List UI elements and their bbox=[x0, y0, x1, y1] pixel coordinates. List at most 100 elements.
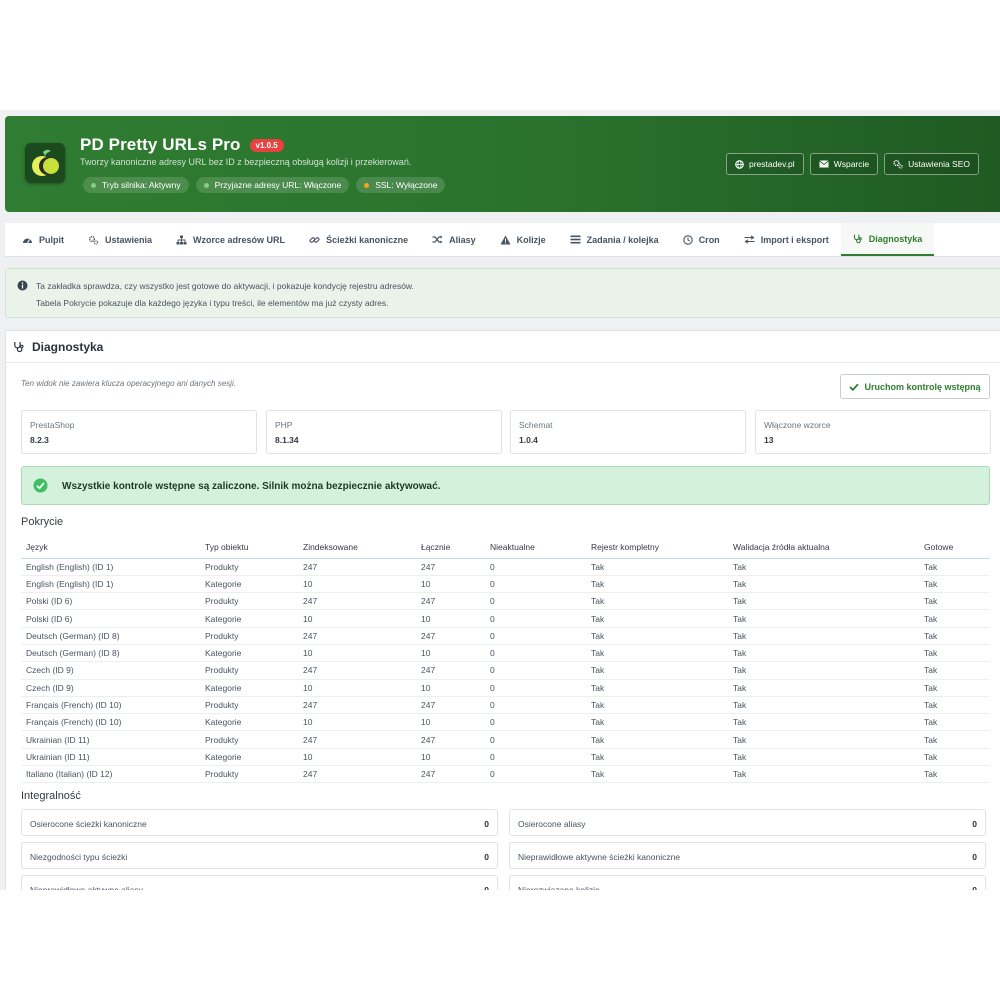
stat-value: 8.2.3 bbox=[30, 435, 49, 445]
tab-dashboard[interactable]: Pulpit bbox=[10, 223, 76, 256]
sitemap-icon bbox=[176, 235, 187, 244]
tab-bar: Pulpit Ustawienia Wzorce adresów URL Ści… bbox=[5, 223, 1000, 257]
support-button[interactable]: Wsparcie bbox=[809, 153, 879, 175]
table-cell: Czech (ID 9) bbox=[21, 661, 200, 680]
tab-label: Aliasy bbox=[449, 234, 476, 245]
table-row: Français (French) (ID 10) Produkty 247 247 0… bbox=[21, 696, 990, 715]
table-cell: Produkty bbox=[200, 592, 298, 611]
table-cell: 247 bbox=[298, 592, 416, 611]
warning-icon bbox=[500, 235, 511, 244]
table-cell: Tak bbox=[586, 713, 728, 732]
table-cell: 247 bbox=[416, 765, 485, 784]
table-row: Czech (ID 9) Produkty 247 247 0 Tak Tak Tak bbox=[21, 661, 990, 680]
integrity-card: Niezgodności typu ścieżki 0 bbox=[21, 842, 498, 869]
table-cell: 247 bbox=[416, 661, 485, 680]
module-header: PD Pretty URLs Pro v1.0.5 Tworzy kanonic… bbox=[5, 116, 1000, 212]
panel-title: Diagnostyka bbox=[32, 339, 104, 354]
tab-label: Ustawienia bbox=[105, 234, 153, 245]
table-row: Français (French) (ID 10) Kategorie 10 10 0 T… bbox=[21, 713, 990, 732]
table-cell: Polski (ID 6) bbox=[21, 592, 200, 611]
integrity-value: 0 bbox=[972, 885, 977, 890]
admin-viewport: PD Pretty URLs Pro v1.0.5 Tworzy kanonic… bbox=[0, 110, 1000, 890]
stethoscope-icon bbox=[853, 234, 862, 243]
envelope-icon bbox=[818, 160, 829, 168]
table-cell: Ukrainian (ID 11) bbox=[21, 730, 200, 749]
pill-label: Przyjazne adresy URL: Włączone bbox=[214, 180, 342, 190]
table-cell: Tak bbox=[919, 609, 990, 628]
integrity-value: 0 bbox=[972, 819, 977, 829]
button-label: Wsparcie bbox=[833, 159, 870, 169]
gears-icon bbox=[88, 235, 99, 245]
table-cell: Deutsch (German) (ID 8) bbox=[21, 644, 200, 663]
check-icon bbox=[849, 383, 860, 391]
dashboard-icon bbox=[23, 238, 32, 244]
tab-canonical-paths[interactable]: Ścieżki kanoniczne bbox=[297, 223, 420, 256]
table-cell: English (English) (ID 1) bbox=[21, 575, 200, 594]
column-header: Zindeksowane bbox=[298, 536, 416, 559]
column-header: Typ obiektu bbox=[200, 536, 298, 559]
table-cell: Tak bbox=[586, 575, 728, 594]
integrity-card: Osierocone aliasy 0 bbox=[509, 809, 986, 836]
table-cell: 10 bbox=[416, 713, 485, 732]
table-cell: Tak bbox=[919, 765, 990, 784]
run-precheck-button[interactable]: Uruchom kontrolę wstępną bbox=[840, 374, 990, 399]
coverage-title: Pokrycie bbox=[21, 516, 64, 528]
table-cell: 10 bbox=[416, 575, 485, 594]
table-cell: Tak bbox=[586, 748, 728, 767]
table-cell: Deutsch (German) (ID 8) bbox=[21, 627, 200, 645]
table-cell: Kategorie bbox=[200, 679, 298, 697]
table-cell: Tak bbox=[919, 713, 990, 732]
table-cell: Kategorie bbox=[200, 644, 298, 663]
tab-aliases[interactable]: Aliasy bbox=[420, 223, 488, 256]
table-cell: Produkty bbox=[200, 730, 298, 749]
status-dot bbox=[203, 182, 209, 188]
status-pills: Tryb silnika: Aktywny Przyjazne adresy U… bbox=[83, 177, 446, 193]
table-cell: 10 bbox=[298, 644, 416, 663]
integrity-label: Osierocone ścieżki kanoniczne bbox=[30, 819, 147, 829]
table-cell: Tak bbox=[586, 558, 728, 576]
table-cell: Tak bbox=[919, 730, 990, 749]
table-cell: 10 bbox=[416, 609, 485, 628]
stat-label: Schemat bbox=[519, 420, 553, 430]
check-circle-icon bbox=[33, 478, 48, 493]
prestadev-link-button[interactable]: prestadev.pl bbox=[726, 153, 804, 175]
clock-icon bbox=[682, 234, 693, 245]
tab-import-export[interactable]: Import i eksport bbox=[732, 223, 841, 256]
tab-jobs-queue[interactable]: Zadania / kolejka bbox=[558, 223, 671, 256]
coverage-table-body: English (English) (ID 1) Produkty 247 247 0 T… bbox=[21, 558, 990, 784]
tab-cron[interactable]: Cron bbox=[671, 223, 732, 256]
tab-diagnostics[interactable]: Diagnostyka bbox=[840, 223, 935, 256]
table-cell: Tak bbox=[919, 748, 990, 767]
integrity-card: Nieprawidłowe aktywne aliasy 0 bbox=[21, 875, 498, 890]
table-cell: 0 bbox=[485, 644, 586, 663]
link-icon bbox=[309, 236, 320, 243]
globe-icon bbox=[735, 159, 744, 169]
module-logo bbox=[25, 143, 65, 183]
pill-label: Tryb silnika: Aktywny bbox=[102, 180, 181, 190]
button-label: Uruchom kontrolę wstępną bbox=[864, 381, 981, 392]
diagnostics-panel: Diagnostyka Ten widok nie zawiera klucza… bbox=[5, 330, 1000, 890]
privacy-note: Ten widok nie zawiera klucza operacyjneg… bbox=[21, 379, 236, 388]
table-cell: Polski (ID 6) bbox=[21, 609, 200, 628]
column-header: Gotowe bbox=[919, 536, 990, 559]
tab-label: Import i eksport bbox=[760, 234, 829, 245]
table-cell: Tak bbox=[728, 609, 919, 628]
table-cell: Tak bbox=[919, 661, 990, 680]
table-cell: Kategorie bbox=[200, 713, 298, 732]
tab-url-patterns[interactable]: Wzorce adresów URL bbox=[164, 223, 297, 256]
table-cell: Tak bbox=[919, 627, 990, 645]
stat-label: PHP bbox=[275, 420, 293, 430]
table-cell: Tak bbox=[728, 644, 919, 663]
table-cell: 10 bbox=[298, 575, 416, 594]
status-dot bbox=[364, 182, 370, 188]
tab-label: Ścieżki kanoniczne bbox=[326, 234, 409, 245]
stat-enabled-patterns: Włączone wzorce 13 bbox=[755, 410, 991, 454]
table-cell: 247 bbox=[298, 661, 416, 680]
table-cell: Produkty bbox=[200, 765, 298, 784]
tab-collisions[interactable]: Kolizje bbox=[488, 223, 558, 256]
tab-settings[interactable]: Ustawienia bbox=[76, 223, 164, 256]
seo-settings-button[interactable]: Ustawienia SEO bbox=[884, 153, 980, 175]
table-cell: Tak bbox=[728, 730, 919, 749]
table-cell: Tak bbox=[728, 748, 919, 767]
table-cell: 247 bbox=[298, 765, 416, 784]
